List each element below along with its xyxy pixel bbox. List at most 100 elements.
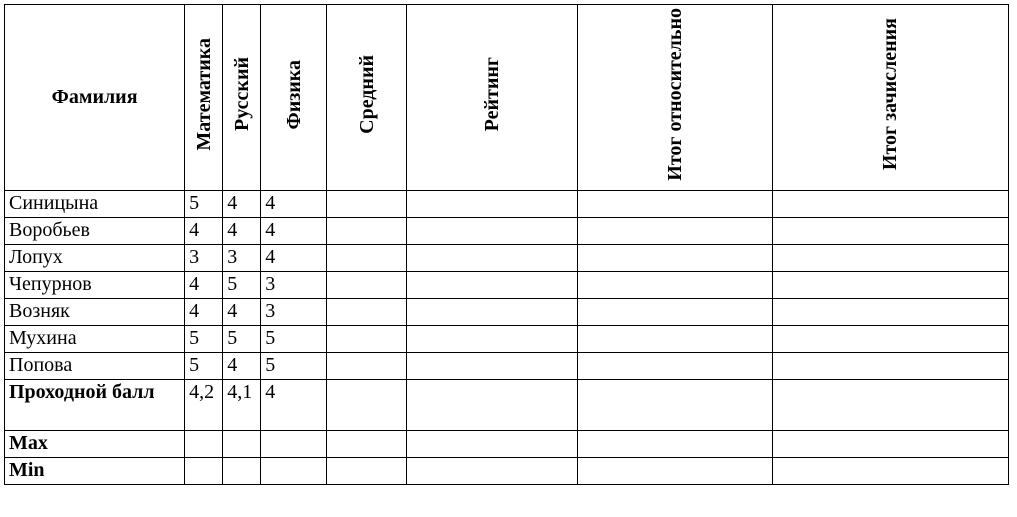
cell-russian: 5 <box>223 271 261 298</box>
cell-relative <box>577 244 772 271</box>
cell-relative <box>577 298 772 325</box>
cell-surname: Мухина <box>5 325 185 352</box>
cell-russian: 5 <box>223 325 261 352</box>
cell-enroll <box>772 217 1008 244</box>
header-math: Математика <box>185 5 223 191</box>
header-enroll: Итог зачисления <box>772 5 1008 191</box>
cell-rating <box>407 298 577 325</box>
cell-surname: Проходной балл <box>5 379 185 430</box>
cell-average <box>327 298 407 325</box>
cell-math: 4 <box>185 271 223 298</box>
header-surname: Фамилия <box>5 5 185 191</box>
cell-enroll <box>772 430 1008 457</box>
cell-rating <box>407 457 577 484</box>
cell-average <box>327 325 407 352</box>
cell-surname: Лопух <box>5 244 185 271</box>
table-row: Воробьев444 <box>5 217 1009 244</box>
cell-russian: 4,1 <box>223 379 261 430</box>
cell-math: 5 <box>185 325 223 352</box>
cell-math: 4,2 <box>185 379 223 430</box>
cell-surname: Попова <box>5 352 185 379</box>
header-row: Фамилия Математика Русский Физика Средни… <box>5 5 1009 191</box>
cell-math: 4 <box>185 217 223 244</box>
cell-math: 3 <box>185 244 223 271</box>
table-row: Чепурнов453 <box>5 271 1009 298</box>
header-russian: Русский <box>223 5 261 191</box>
cell-enroll <box>772 244 1008 271</box>
cell-relative <box>577 190 772 217</box>
cell-rating <box>407 244 577 271</box>
cell-rating <box>407 430 577 457</box>
cell-russian: 3 <box>223 244 261 271</box>
cell-average <box>327 217 407 244</box>
cell-surname: Воробьев <box>5 217 185 244</box>
cell-physics: 4 <box>261 379 327 430</box>
cell-math <box>185 430 223 457</box>
header-physics: Физика <box>261 5 327 191</box>
cell-physics <box>261 457 327 484</box>
header-rating: Рейтинг <box>407 5 577 191</box>
cell-relative <box>577 457 772 484</box>
cell-average <box>327 271 407 298</box>
cell-rating <box>407 379 577 430</box>
cell-enroll <box>772 190 1008 217</box>
cell-surname: Max <box>5 430 185 457</box>
cell-physics: 3 <box>261 298 327 325</box>
table-row: Min <box>5 457 1009 484</box>
cell-rating <box>407 352 577 379</box>
cell-rating <box>407 325 577 352</box>
cell-average <box>327 430 407 457</box>
cell-math: 4 <box>185 298 223 325</box>
header-average: Средний <box>327 5 407 191</box>
table-row: Синицына544 <box>5 190 1009 217</box>
cell-physics: 4 <box>261 217 327 244</box>
cell-relative <box>577 379 772 430</box>
cell-rating <box>407 217 577 244</box>
cell-surname: Чепурнов <box>5 271 185 298</box>
cell-russian: 4 <box>223 298 261 325</box>
cell-enroll <box>772 325 1008 352</box>
cell-relative <box>577 325 772 352</box>
cell-enroll <box>772 457 1008 484</box>
cell-enroll <box>772 379 1008 430</box>
table-row: Max <box>5 430 1009 457</box>
table-row: Попова545 <box>5 352 1009 379</box>
cell-average <box>327 352 407 379</box>
cell-russian <box>223 430 261 457</box>
cell-surname: Min <box>5 457 185 484</box>
cell-russian: 4 <box>223 217 261 244</box>
cell-surname: Синицына <box>5 190 185 217</box>
cell-relative <box>577 271 772 298</box>
cell-enroll <box>772 271 1008 298</box>
cell-surname: Возняк <box>5 298 185 325</box>
cell-russian: 4 <box>223 190 261 217</box>
cell-relative <box>577 217 772 244</box>
cell-physics: 4 <box>261 190 327 217</box>
cell-physics <box>261 430 327 457</box>
cell-math: 5 <box>185 352 223 379</box>
cell-average <box>327 244 407 271</box>
cell-enroll <box>772 352 1008 379</box>
cell-average <box>327 379 407 430</box>
cell-math <box>185 457 223 484</box>
table-row: Проходной балл4,24,14 <box>5 379 1009 430</box>
table-row: Лопух334 <box>5 244 1009 271</box>
table-row: Мухина555 <box>5 325 1009 352</box>
cell-rating <box>407 271 577 298</box>
cell-physics: 5 <box>261 352 327 379</box>
cell-relative <box>577 352 772 379</box>
cell-physics: 5 <box>261 325 327 352</box>
cell-math: 5 <box>185 190 223 217</box>
cell-physics: 3 <box>261 271 327 298</box>
cell-russian <box>223 457 261 484</box>
cell-physics: 4 <box>261 244 327 271</box>
cell-enroll <box>772 298 1008 325</box>
grades-table: Фамилия Математика Русский Физика Средни… <box>4 4 1009 485</box>
header-relative: Итог относительно <box>577 5 772 191</box>
cell-rating <box>407 190 577 217</box>
cell-average <box>327 190 407 217</box>
table-row: Возняк443 <box>5 298 1009 325</box>
cell-relative <box>577 430 772 457</box>
cell-russian: 4 <box>223 352 261 379</box>
cell-average <box>327 457 407 484</box>
